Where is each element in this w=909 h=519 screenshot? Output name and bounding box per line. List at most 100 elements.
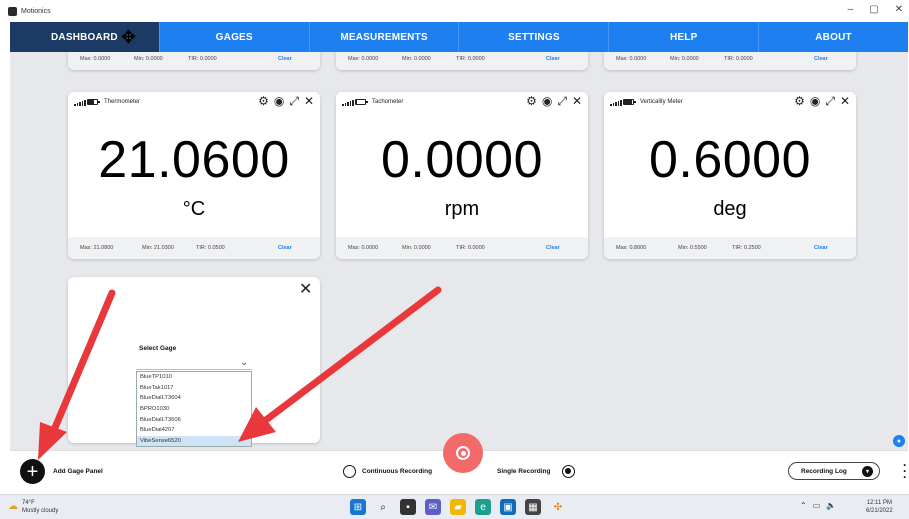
close-icon[interactable]: ✕: [572, 95, 582, 107]
tab-measurements[interactable]: MEASUREMENTS: [310, 22, 460, 52]
bottom-toolbar: + Add Gage Panel Continuous Recording Si…: [10, 433, 908, 490]
tir-value: TIR: 0.0500: [196, 245, 225, 251]
signal-icon: [74, 100, 86, 106]
tab-about[interactable]: ABOUT: [759, 22, 908, 52]
close-icon[interactable]: ✕: [840, 95, 850, 107]
card-footer: Max: 0.8000 Min: 0.5500 TIR: 0.2500 Clea…: [604, 237, 856, 259]
dropdown-option[interactable]: BlueDialLT3604: [137, 393, 251, 404]
task-view-icon[interactable]: ▪: [400, 499, 416, 515]
tab-dashboard[interactable]: DASHBOARD: [10, 22, 160, 52]
chevron-down-icon[interactable]: ⌄: [240, 357, 248, 368]
windows-start-icon[interactable]: ⊞: [350, 499, 366, 515]
close-icon[interactable]: ✕: [299, 279, 312, 299]
gage-dropdown-list: BlueTP1010 BlueTak1017 BlueDialLT3604 BP…: [136, 371, 252, 448]
more-options-icon[interactable]: · · ·: [903, 459, 907, 483]
gear-icon[interactable]: ⚙: [258, 95, 269, 107]
chevron-up-icon[interactable]: ⌃: [800, 501, 807, 510]
windows-taskbar: ☁ 74°F Mostly cloudy ⊞ ⌕ ▪ ✉ ▰ e ▣ ▦ ✣ ⌃…: [0, 494, 909, 519]
gage-card-thermometer: Thermometer ⚙ ◉ ⤢ ✕ 21.0600 °C Max: 21.0…: [68, 92, 320, 259]
gage-name: Tachometer: [372, 99, 404, 105]
continuous-recording-label[interactable]: Continuous Recording: [362, 468, 432, 475]
gear-icon[interactable]: ⚙: [526, 95, 537, 107]
file-explorer-icon[interactable]: ▰: [450, 499, 466, 515]
card-footer: Max: 0.0000 Min: 0.0000 TIR: 0.0000 Clea…: [604, 52, 856, 70]
max-value: Max: 0.0000: [348, 245, 379, 251]
app-title: Motionics: [21, 7, 51, 15]
card-header: Verticality Meter ⚙ ◉ ⤢ ✕: [604, 92, 856, 112]
tab-help[interactable]: HELP: [609, 22, 760, 52]
side-badge-icon[interactable]: ●: [893, 435, 905, 447]
dropdown-option[interactable]: BlueTak1017: [137, 383, 251, 394]
maximize-button[interactable]: ▢: [869, 4, 878, 15]
record-icon[interactable]: ◉: [810, 95, 820, 107]
card-header: Thermometer ⚙ ◉ ⤢ ✕: [68, 92, 320, 112]
search-icon[interactable]: ⌕: [375, 499, 391, 515]
clear-button[interactable]: Clear: [278, 56, 292, 62]
expand-icon[interactable]: ⤢: [289, 95, 299, 107]
max-value: Max: 0.0000: [616, 56, 647, 62]
min-value: Min: 0.0000: [134, 56, 163, 62]
gage-value: 0.6000: [648, 131, 812, 189]
signal-icon: [610, 100, 622, 106]
close-icon[interactable]: ✕: [304, 95, 314, 107]
temperature: 74°F: [22, 500, 35, 506]
clear-button[interactable]: Clear: [278, 245, 292, 251]
edge-icon[interactable]: e: [475, 499, 491, 515]
gage-unit: rpm: [444, 198, 480, 220]
minimize-button[interactable]: –: [848, 4, 854, 15]
clear-button[interactable]: Clear: [814, 56, 828, 62]
recording-log-button[interactable]: Recording Log ▾: [788, 462, 880, 480]
signal-icon: [342, 100, 354, 106]
dropdown-option[interactable]: BlueDial4207: [137, 425, 251, 436]
recording-log-label: Recording Log: [801, 467, 847, 475]
tab-gages[interactable]: GAGES: [160, 22, 310, 52]
app-icon[interactable]: ▦: [525, 499, 541, 515]
expand-icon[interactable]: ⤢: [557, 95, 567, 107]
clear-button[interactable]: Clear: [546, 56, 560, 62]
gage-name: Verticality Meter: [640, 99, 683, 105]
dropdown-option[interactable]: BlueDialLT3606: [137, 414, 251, 425]
app-icon[interactable]: ✣: [550, 499, 566, 515]
min-value: Min: 21.0300: [142, 245, 174, 251]
battery-icon: [87, 99, 100, 105]
max-value: Max: 0.8000: [616, 245, 647, 251]
record-icon[interactable]: ◉: [542, 95, 552, 107]
clear-button[interactable]: Clear: [546, 245, 560, 251]
chat-icon[interactable]: ✉: [425, 499, 441, 515]
dashboard-area: Max: 0.0000 Min: 0.0000 TIR: 0.0000 Clea…: [10, 52, 908, 450]
gear-icon[interactable]: ⚙: [794, 95, 805, 107]
single-recording-radio[interactable]: [562, 465, 575, 478]
speaker-icon[interactable]: 🔈: [826, 501, 836, 510]
dropdown-option[interactable]: BlueTP1010: [137, 372, 251, 383]
single-recording-label[interactable]: Single Recording: [497, 468, 550, 475]
max-value: Max: 0.0000: [80, 56, 111, 62]
add-gage-button[interactable]: +: [20, 459, 45, 484]
tir-value: TIR: 0.0000: [456, 56, 485, 62]
time: 12:11 PM: [866, 500, 892, 506]
card-footer: Max: 0.0000 Min: 0.0000 TIR: 0.0000 Clea…: [68, 52, 320, 70]
card-footer: Max: 0.0000 Min: 0.0000 TIR: 0.0000 Clea…: [336, 52, 588, 70]
close-button[interactable]: ✕: [895, 4, 903, 15]
record-button[interactable]: [443, 433, 483, 473]
expand-icon[interactable]: ⤢: [825, 95, 835, 107]
gage-unit: deg: [713, 198, 747, 220]
clock[interactable]: 12:11 PM 6/21/2022: [866, 499, 893, 515]
taskbar-apps: ⊞ ⌕ ▪ ✉ ▰ e ▣ ▦ ✣: [350, 499, 566, 515]
weather-widget[interactable]: 74°F Mostly cloudy: [22, 499, 58, 515]
card-footer: Max: 21.0800 Min: 21.0300 TIR: 0.0500 Cl…: [68, 237, 320, 259]
window-controls: – ▢ ✕: [848, 4, 903, 15]
dropdown-option-selected[interactable]: VibeSense6520: [137, 435, 251, 447]
add-gage-label[interactable]: Add Gage Panel: [53, 468, 103, 475]
clear-button[interactable]: Clear: [814, 245, 828, 251]
store-icon[interactable]: ▣: [500, 499, 516, 515]
monitor-icon[interactable]: ▭: [813, 501, 821, 510]
gage-card-partial: Max: 0.0000 Min: 0.0000 TIR: 0.0000 Clea…: [336, 52, 588, 70]
main-nav: DASHBOARD GAGES MEASUREMENTS SETTINGS HE…: [10, 22, 908, 52]
date: 6/21/2022: [866, 508, 893, 514]
dropdown-option[interactable]: BPRO1030: [137, 404, 251, 415]
tab-settings[interactable]: SETTINGS: [459, 22, 610, 52]
record-icon[interactable]: ◉: [274, 95, 284, 107]
move-cursor-icon: ✥: [121, 27, 137, 47]
continuous-recording-radio[interactable]: [343, 465, 356, 478]
min-value: Min: 0.0000: [402, 245, 431, 251]
